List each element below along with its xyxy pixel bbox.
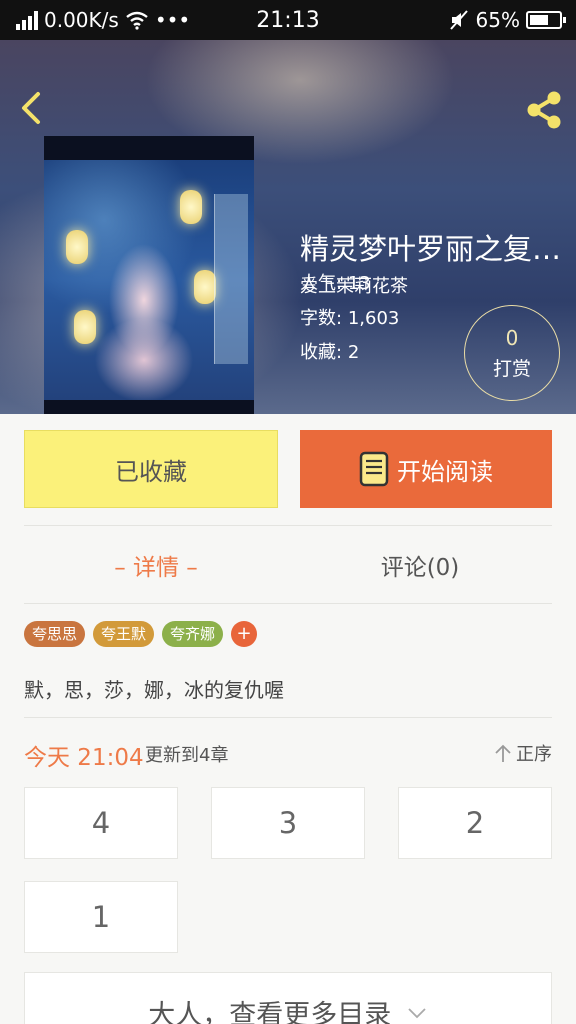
- cover-illustration: [44, 160, 254, 400]
- back-icon[interactable]: [14, 88, 48, 128]
- add-tag-button[interactable]: +: [231, 621, 258, 647]
- tag-item[interactable]: 夸王默: [93, 621, 155, 647]
- reward-button[interactable]: 0 打赏: [464, 305, 560, 401]
- tag-list: 夸思思 夸王默 夸齐娜 +: [24, 621, 258, 647]
- book-icon: [359, 451, 389, 487]
- more-catalog-label: 大人，查看更多目录: [148, 1000, 392, 1024]
- word-count-label: 字数:: [300, 308, 343, 329]
- popularity-row: 人气: 13: [300, 269, 371, 295]
- tab-details[interactable]: – 详情 –: [24, 548, 288, 582]
- tag-item[interactable]: 夸思思: [24, 621, 86, 647]
- update-time: 今天 21:04: [24, 745, 144, 771]
- chapter-button[interactable]: 2: [398, 787, 552, 859]
- battery-icon: [526, 11, 566, 29]
- sort-order-label: 正序: [516, 744, 552, 765]
- word-count-value: 1,603: [347, 308, 400, 329]
- tab-comments[interactable]: 评论(0): [288, 548, 552, 582]
- book-description: 默，思，莎，娜，冰的复仇喔: [24, 678, 284, 702]
- arrow-up-icon: [495, 744, 511, 762]
- reward-label: 打赏: [492, 358, 531, 380]
- favorites-label: 收藏:: [300, 342, 343, 363]
- more-catalog-button[interactable]: 大人，查看更多目录: [24, 972, 552, 1024]
- word-count-row: 字数: 1,603: [300, 304, 399, 330]
- share-icon[interactable]: [522, 88, 566, 132]
- popularity-label: 人气:: [300, 273, 343, 294]
- book-title: 精灵梦叶罗丽之复…: [300, 232, 562, 266]
- chapter-button[interactable]: 1: [24, 881, 178, 953]
- update-info: 更新到4章: [145, 745, 229, 766]
- favorites-row: 收藏: 2: [300, 338, 359, 364]
- mute-icon: [449, 10, 468, 30]
- reward-count: 0: [505, 326, 519, 350]
- divider: [24, 525, 552, 526]
- start-reading-button[interactable]: 开始阅读: [300, 430, 552, 508]
- status-bar: 0.00K/s ••• 21:13 65%: [0, 0, 576, 40]
- favorites-value: 2: [347, 342, 360, 363]
- sort-order-button[interactable]: 正序: [494, 740, 552, 766]
- battery-fill: [530, 15, 549, 25]
- chevron-down-icon: [408, 1007, 426, 1018]
- popularity-value: 13: [347, 273, 371, 294]
- chapter-button[interactable]: 4: [24, 787, 178, 859]
- divider: [24, 603, 552, 604]
- divider: [24, 717, 552, 718]
- start-reading-label: 开始阅读: [397, 457, 493, 486]
- tag-item[interactable]: 夸齐娜: [162, 621, 224, 647]
- book-cover[interactable]: [44, 136, 254, 414]
- book-header: 精灵梦叶罗丽之复… 爱上茉莉花茶 人气: 13 字数: 1,603 收藏: 2 …: [0, 40, 576, 414]
- favorited-button[interactable]: 已收藏: [24, 430, 278, 508]
- chapter-button[interactable]: 3: [211, 787, 365, 859]
- status-right: 65%: [448, 8, 566, 32]
- battery-percent: 65%: [475, 8, 520, 32]
- favorited-label: 已收藏: [115, 457, 187, 486]
